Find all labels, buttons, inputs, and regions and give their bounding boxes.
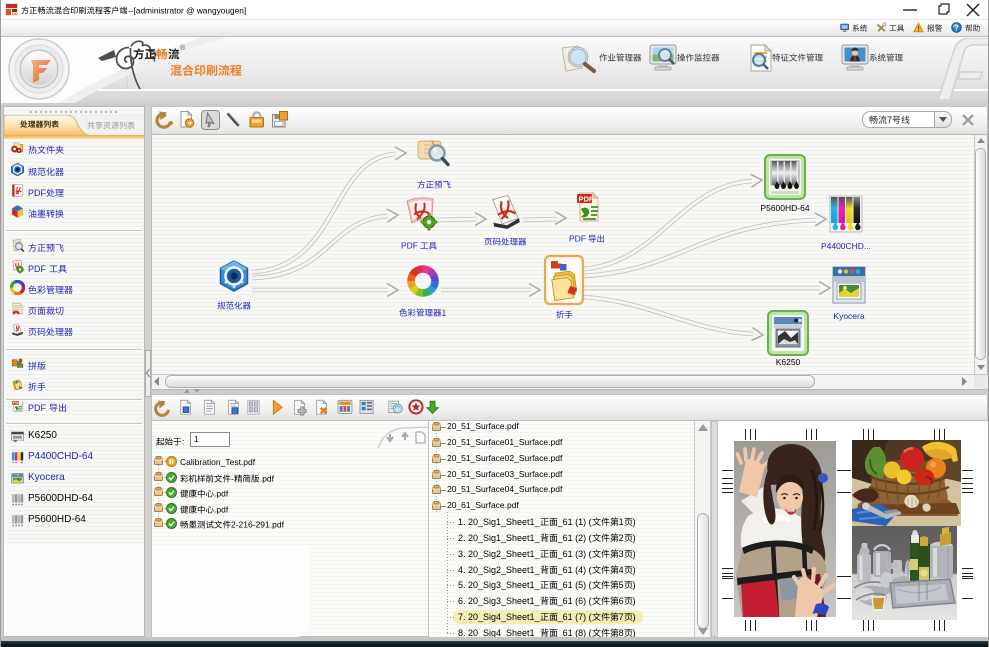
- svg-text:PDF: PDF: [579, 195, 594, 204]
- svg-text:PDF: PDF: [13, 401, 21, 405]
- svg-text:?: ?: [954, 23, 959, 32]
